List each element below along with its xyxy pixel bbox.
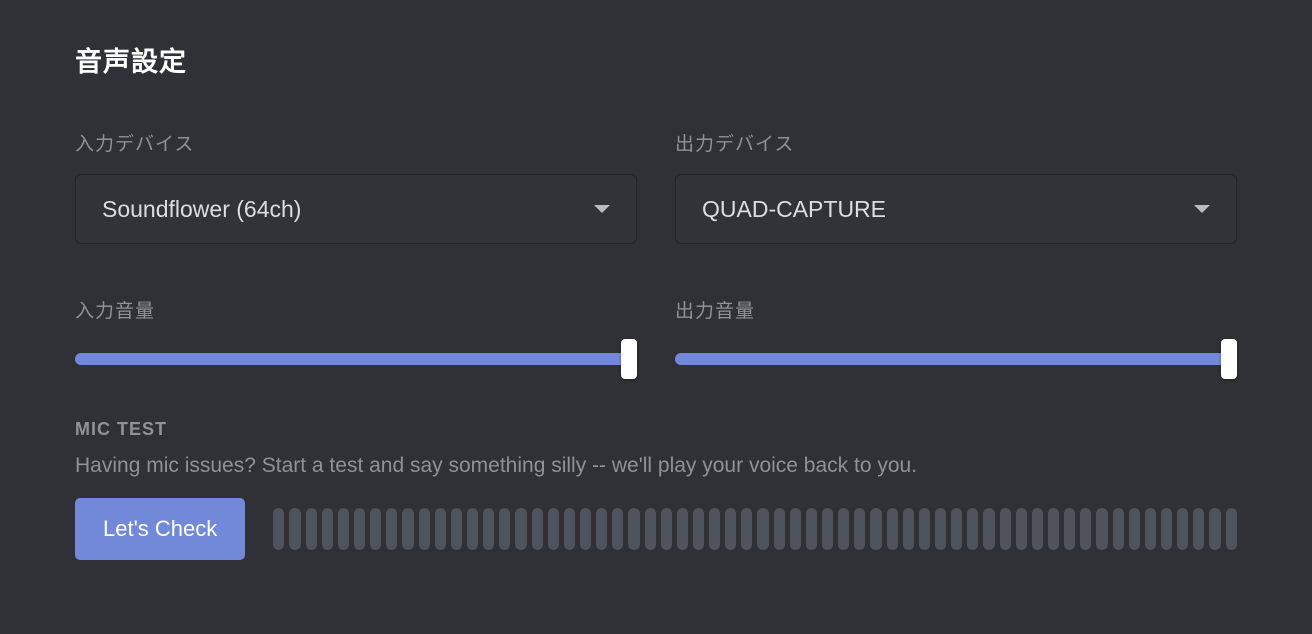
- meter-bar: [338, 508, 349, 550]
- meter-bar: [935, 508, 946, 550]
- page-title: 音声設定: [75, 40, 1237, 79]
- meter-bar: [467, 508, 478, 550]
- meter-bar: [677, 508, 688, 550]
- meter-bar: [951, 508, 962, 550]
- output-device-value: QUAD-CAPTURE: [702, 196, 886, 223]
- meter-bar: [1048, 508, 1059, 550]
- mic-test-description: Having mic issues? Start a test and say …: [75, 454, 1237, 478]
- meter-bar: [532, 508, 543, 550]
- meter-bar: [306, 508, 317, 550]
- meter-bar: [1080, 508, 1091, 550]
- meter-bar: [322, 508, 333, 550]
- meter-bar: [741, 508, 752, 550]
- meter-bar: [612, 508, 623, 550]
- meter-bar: [564, 508, 575, 550]
- output-device-select[interactable]: QUAD-CAPTURE: [675, 174, 1237, 244]
- meter-bar: [1016, 508, 1027, 550]
- meter-bar: [1161, 508, 1172, 550]
- meter-bar: [499, 508, 510, 550]
- mic-level-meter: [273, 508, 1237, 550]
- slider-thumb[interactable]: [1221, 339, 1237, 379]
- output-volume-slider[interactable]: [675, 351, 1237, 367]
- meter-bar: [725, 508, 736, 550]
- slider-track: [675, 353, 1237, 365]
- meter-bar: [419, 508, 430, 550]
- meter-bar: [483, 508, 494, 550]
- meter-bar: [774, 508, 785, 550]
- meter-bar: [1000, 508, 1011, 550]
- output-volume-label: 出力音量: [675, 296, 1237, 323]
- meter-bar: [967, 508, 978, 550]
- meter-bar: [548, 508, 559, 550]
- input-volume-label: 入力音量: [75, 296, 637, 323]
- meter-bar: [709, 508, 720, 550]
- meter-bar: [854, 508, 865, 550]
- meter-bar: [515, 508, 526, 550]
- meter-bar: [983, 508, 994, 550]
- meter-bar: [887, 508, 898, 550]
- meter-bar: [1064, 508, 1075, 550]
- meter-bar: [822, 508, 833, 550]
- meter-bar: [870, 508, 881, 550]
- meter-bar: [1032, 508, 1043, 550]
- meter-bar: [1226, 508, 1237, 550]
- meter-bar: [838, 508, 849, 550]
- meter-bar: [435, 508, 446, 550]
- meter-bar: [790, 508, 801, 550]
- input-device-value: Soundflower (64ch): [102, 196, 301, 223]
- meter-bar: [370, 508, 381, 550]
- meter-bar: [628, 508, 639, 550]
- meter-bar: [1177, 508, 1188, 550]
- meter-bar: [1193, 508, 1204, 550]
- meter-bar: [919, 508, 930, 550]
- input-device-select[interactable]: Soundflower (64ch): [75, 174, 637, 244]
- meter-bar: [806, 508, 817, 550]
- input-volume-slider[interactable]: [75, 351, 637, 367]
- meter-bar: [386, 508, 397, 550]
- chevron-down-icon: [594, 205, 610, 213]
- slider-track: [75, 353, 637, 365]
- meter-bar: [903, 508, 914, 550]
- meter-bar: [1129, 508, 1140, 550]
- slider-thumb[interactable]: [621, 339, 637, 379]
- meter-bar: [273, 508, 284, 550]
- input-device-label: 入力デバイス: [75, 129, 637, 156]
- output-device-label: 出力デバイス: [675, 129, 1237, 156]
- meter-bar: [402, 508, 413, 550]
- meter-bar: [451, 508, 462, 550]
- meter-bar: [1209, 508, 1220, 550]
- meter-bar: [1096, 508, 1107, 550]
- chevron-down-icon: [1194, 205, 1210, 213]
- meter-bar: [289, 508, 300, 550]
- meter-bar: [580, 508, 591, 550]
- meter-bar: [1113, 508, 1124, 550]
- mic-test-title: MIC TEST: [75, 419, 1237, 440]
- meter-bar: [1145, 508, 1156, 550]
- meter-bar: [757, 508, 768, 550]
- meter-bar: [645, 508, 656, 550]
- meter-bar: [596, 508, 607, 550]
- meter-bar: [661, 508, 672, 550]
- meter-bar: [354, 508, 365, 550]
- mic-test-button[interactable]: Let's Check: [75, 498, 245, 560]
- meter-bar: [693, 508, 704, 550]
